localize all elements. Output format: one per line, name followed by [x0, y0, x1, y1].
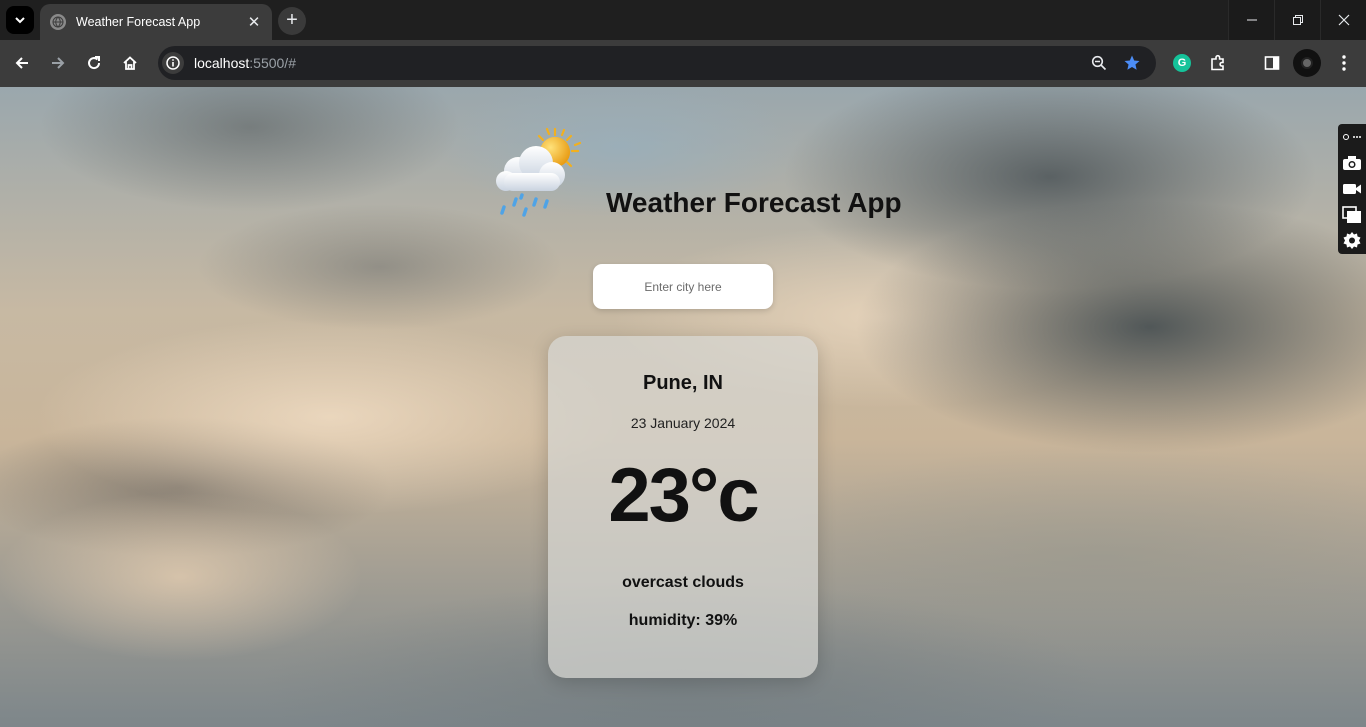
- profile-button[interactable]: [1293, 49, 1321, 77]
- browser-toolbar: localhost:5500/# G: [0, 40, 1366, 87]
- tab-strip: Weather Forecast App ✕ +: [0, 0, 1366, 40]
- side-panel-icon: [1264, 56, 1280, 70]
- zoom-button[interactable]: [1088, 52, 1110, 74]
- url-path: :5500/#: [249, 55, 296, 71]
- new-tab-button[interactable]: +: [278, 7, 306, 35]
- star-icon: [1124, 55, 1140, 70]
- url-text: localhost:5500/#: [194, 55, 296, 71]
- tab-title: Weather Forecast App: [76, 15, 201, 29]
- home-icon: [123, 56, 137, 70]
- weather-description: overcast clouds: [622, 574, 744, 591]
- address-bar[interactable]: localhost:5500/#: [158, 46, 1156, 80]
- camera-icon[interactable]: [1342, 154, 1362, 172]
- minimize-icon: [1246, 19, 1257, 21]
- reload-button[interactable]: [80, 49, 108, 77]
- app-header: Weather Forecast App: [492, 125, 902, 221]
- arrow-right-icon: [52, 57, 65, 69]
- menu-button[interactable]: [1330, 49, 1358, 77]
- forward-button[interactable]: [44, 49, 72, 77]
- arrow-left-icon: [15, 57, 28, 69]
- grammarly-extension[interactable]: G: [1168, 49, 1196, 77]
- chevron-down-icon: [15, 17, 25, 24]
- url-host: localhost: [194, 55, 250, 71]
- grammarly-icon: G: [1173, 54, 1191, 72]
- reload-icon: [88, 56, 101, 70]
- window-controls: [1228, 0, 1366, 40]
- page-title: Weather Forecast App: [606, 187, 902, 218]
- sun-cloud-rain-icon: [496, 127, 582, 217]
- tab-search-button[interactable]: [6, 6, 34, 34]
- browser-tab[interactable]: Weather Forecast App ✕: [40, 4, 272, 40]
- side-panel-button[interactable]: [1258, 49, 1286, 77]
- more-vertical-icon: [1342, 55, 1346, 71]
- minimize-button[interactable]: [1228, 0, 1274, 40]
- avatar: [1293, 49, 1321, 77]
- restore-icon: [1292, 15, 1303, 25]
- weather-card: Pune, IN 23 January 2024 23°c overcast c…: [548, 336, 818, 678]
- zoom-out-icon: [1091, 55, 1107, 71]
- site-info-icon[interactable]: [162, 52, 184, 74]
- restore-button[interactable]: [1274, 0, 1320, 40]
- home-button[interactable]: [116, 49, 144, 77]
- globe-icon: [50, 14, 66, 30]
- humidity: humidity: 39%: [628, 612, 738, 629]
- extensions-button[interactable]: [1204, 49, 1232, 77]
- link-more-icon[interactable]: [1342, 128, 1362, 146]
- close-tab-icon[interactable]: ✕: [246, 13, 262, 31]
- city-search-input[interactable]: [593, 264, 773, 309]
- close-icon: [1338, 14, 1349, 26]
- screenshot-extension-toolbar: [1338, 124, 1366, 254]
- bookmark-button[interactable]: [1121, 52, 1143, 74]
- temperature: 23°c: [608, 453, 759, 538]
- copy-windows-icon[interactable]: [1342, 206, 1362, 224]
- video-camera-icon[interactable]: [1342, 180, 1362, 198]
- page-viewport: Weather Forecast App Pune, IN 23 January…: [0, 87, 1366, 727]
- city-name: Pune, IN: [642, 372, 723, 394]
- puzzle-icon: [1211, 54, 1224, 71]
- back-button[interactable]: [8, 49, 36, 77]
- gear-icon[interactable]: [1342, 232, 1362, 250]
- close-window-button[interactable]: [1320, 0, 1366, 40]
- forecast-date: 23 January 2024: [630, 415, 736, 431]
